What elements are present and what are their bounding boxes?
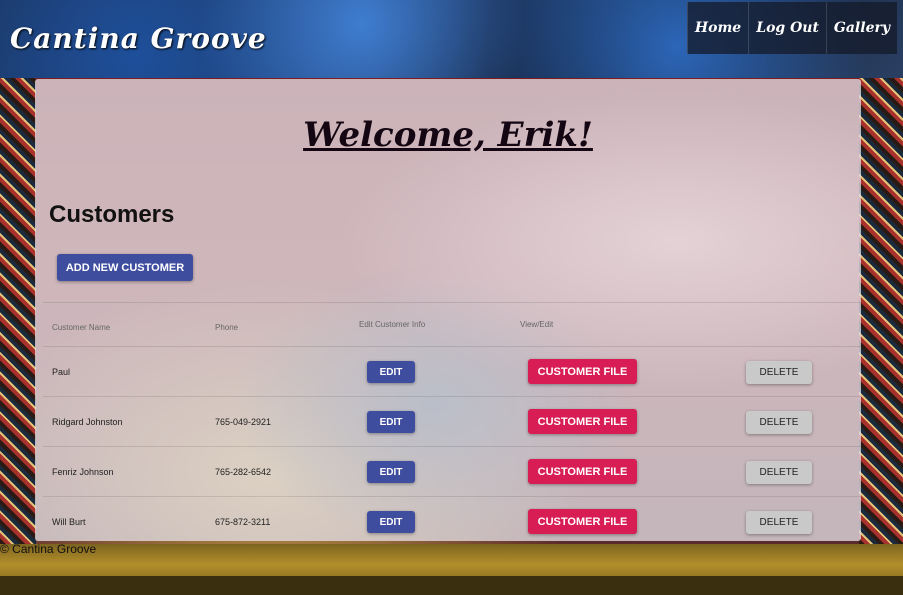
customer-name: Paul <box>52 367 71 377</box>
delete-button[interactable]: DELETE <box>746 411 812 434</box>
welcome-heading: Welcome, Erik! <box>303 115 593 155</box>
header-phone: Phone <box>215 323 239 332</box>
delete-button[interactable]: DELETE <box>746 361 812 384</box>
header-customer-name: Customer Name <box>52 323 111 332</box>
nav-gallery[interactable]: Gallery <box>825 2 897 54</box>
customer-name: Will Burt <box>52 517 86 527</box>
edit-button[interactable]: EDIT <box>367 511 415 533</box>
customer-name: Fenriz Johnson <box>52 467 114 477</box>
nav-log-out[interactable]: Log Out <box>748 2 826 54</box>
main-panel: Welcome, Erik! Customers ADD NEW CUSTOME… <box>35 79 861 541</box>
edit-button[interactable]: EDIT <box>367 361 415 383</box>
nav-home[interactable]: Home <box>686 2 749 54</box>
customer-file-button[interactable]: CUSTOMER FILE <box>528 409 637 434</box>
customer-file-button[interactable]: CUSTOMER FILE <box>528 459 637 484</box>
delete-button[interactable]: DELETE <box>746 461 812 484</box>
edit-button[interactable]: EDIT <box>367 461 415 483</box>
customer-name: Ridgard Johnston <box>52 417 123 427</box>
table-row: Fenriz Johnson 765-282-6542 EDIT CUSTOME… <box>43 446 861 496</box>
customer-phone: 765-049-2921 <box>215 417 272 427</box>
table-row: Ridgard Johnston 765-049-2921 EDIT CUSTO… <box>43 396 861 446</box>
table-header-row: Customer Name Phone Edit Customer Info V… <box>43 302 861 346</box>
customer-phone: 765-282-6542 <box>215 467 272 477</box>
customer-file-button[interactable]: CUSTOMER FILE <box>528 359 637 384</box>
edit-button[interactable]: EDIT <box>367 411 415 433</box>
customer-phone: 675-872-3211 <box>215 517 271 527</box>
delete-button[interactable]: DELETE <box>746 511 812 534</box>
customer-file-button[interactable]: CUSTOMER FILE <box>528 509 637 534</box>
header-edit-customer-info: Edit Customer Info <box>359 320 426 329</box>
footer-copyright: © Cantina Groove <box>0 542 97 556</box>
customers-heading: Customers <box>49 201 175 228</box>
customers-table: Customer Name Phone Edit Customer Info V… <box>43 302 861 546</box>
dark-floor-strip <box>0 576 903 595</box>
header-view-edit: View/Edit <box>520 320 554 329</box>
main-nav: Home Log Out Gallery <box>686 2 897 54</box>
rug-border-right <box>859 78 903 544</box>
add-new-customer-button[interactable]: ADD NEW CUSTOMER <box>57 254 193 281</box>
rug-border-left <box>0 78 36 544</box>
site-brand[interactable]: Cantina Groove <box>10 22 267 55</box>
table-row: Will Burt 675-872-3211 EDIT CUSTOMER FIL… <box>43 496 861 546</box>
site-header: Cantina Groove Home Log Out Gallery <box>0 0 903 78</box>
table-row: Paul EDIT CUSTOMER FILE DELETE <box>43 346 861 396</box>
